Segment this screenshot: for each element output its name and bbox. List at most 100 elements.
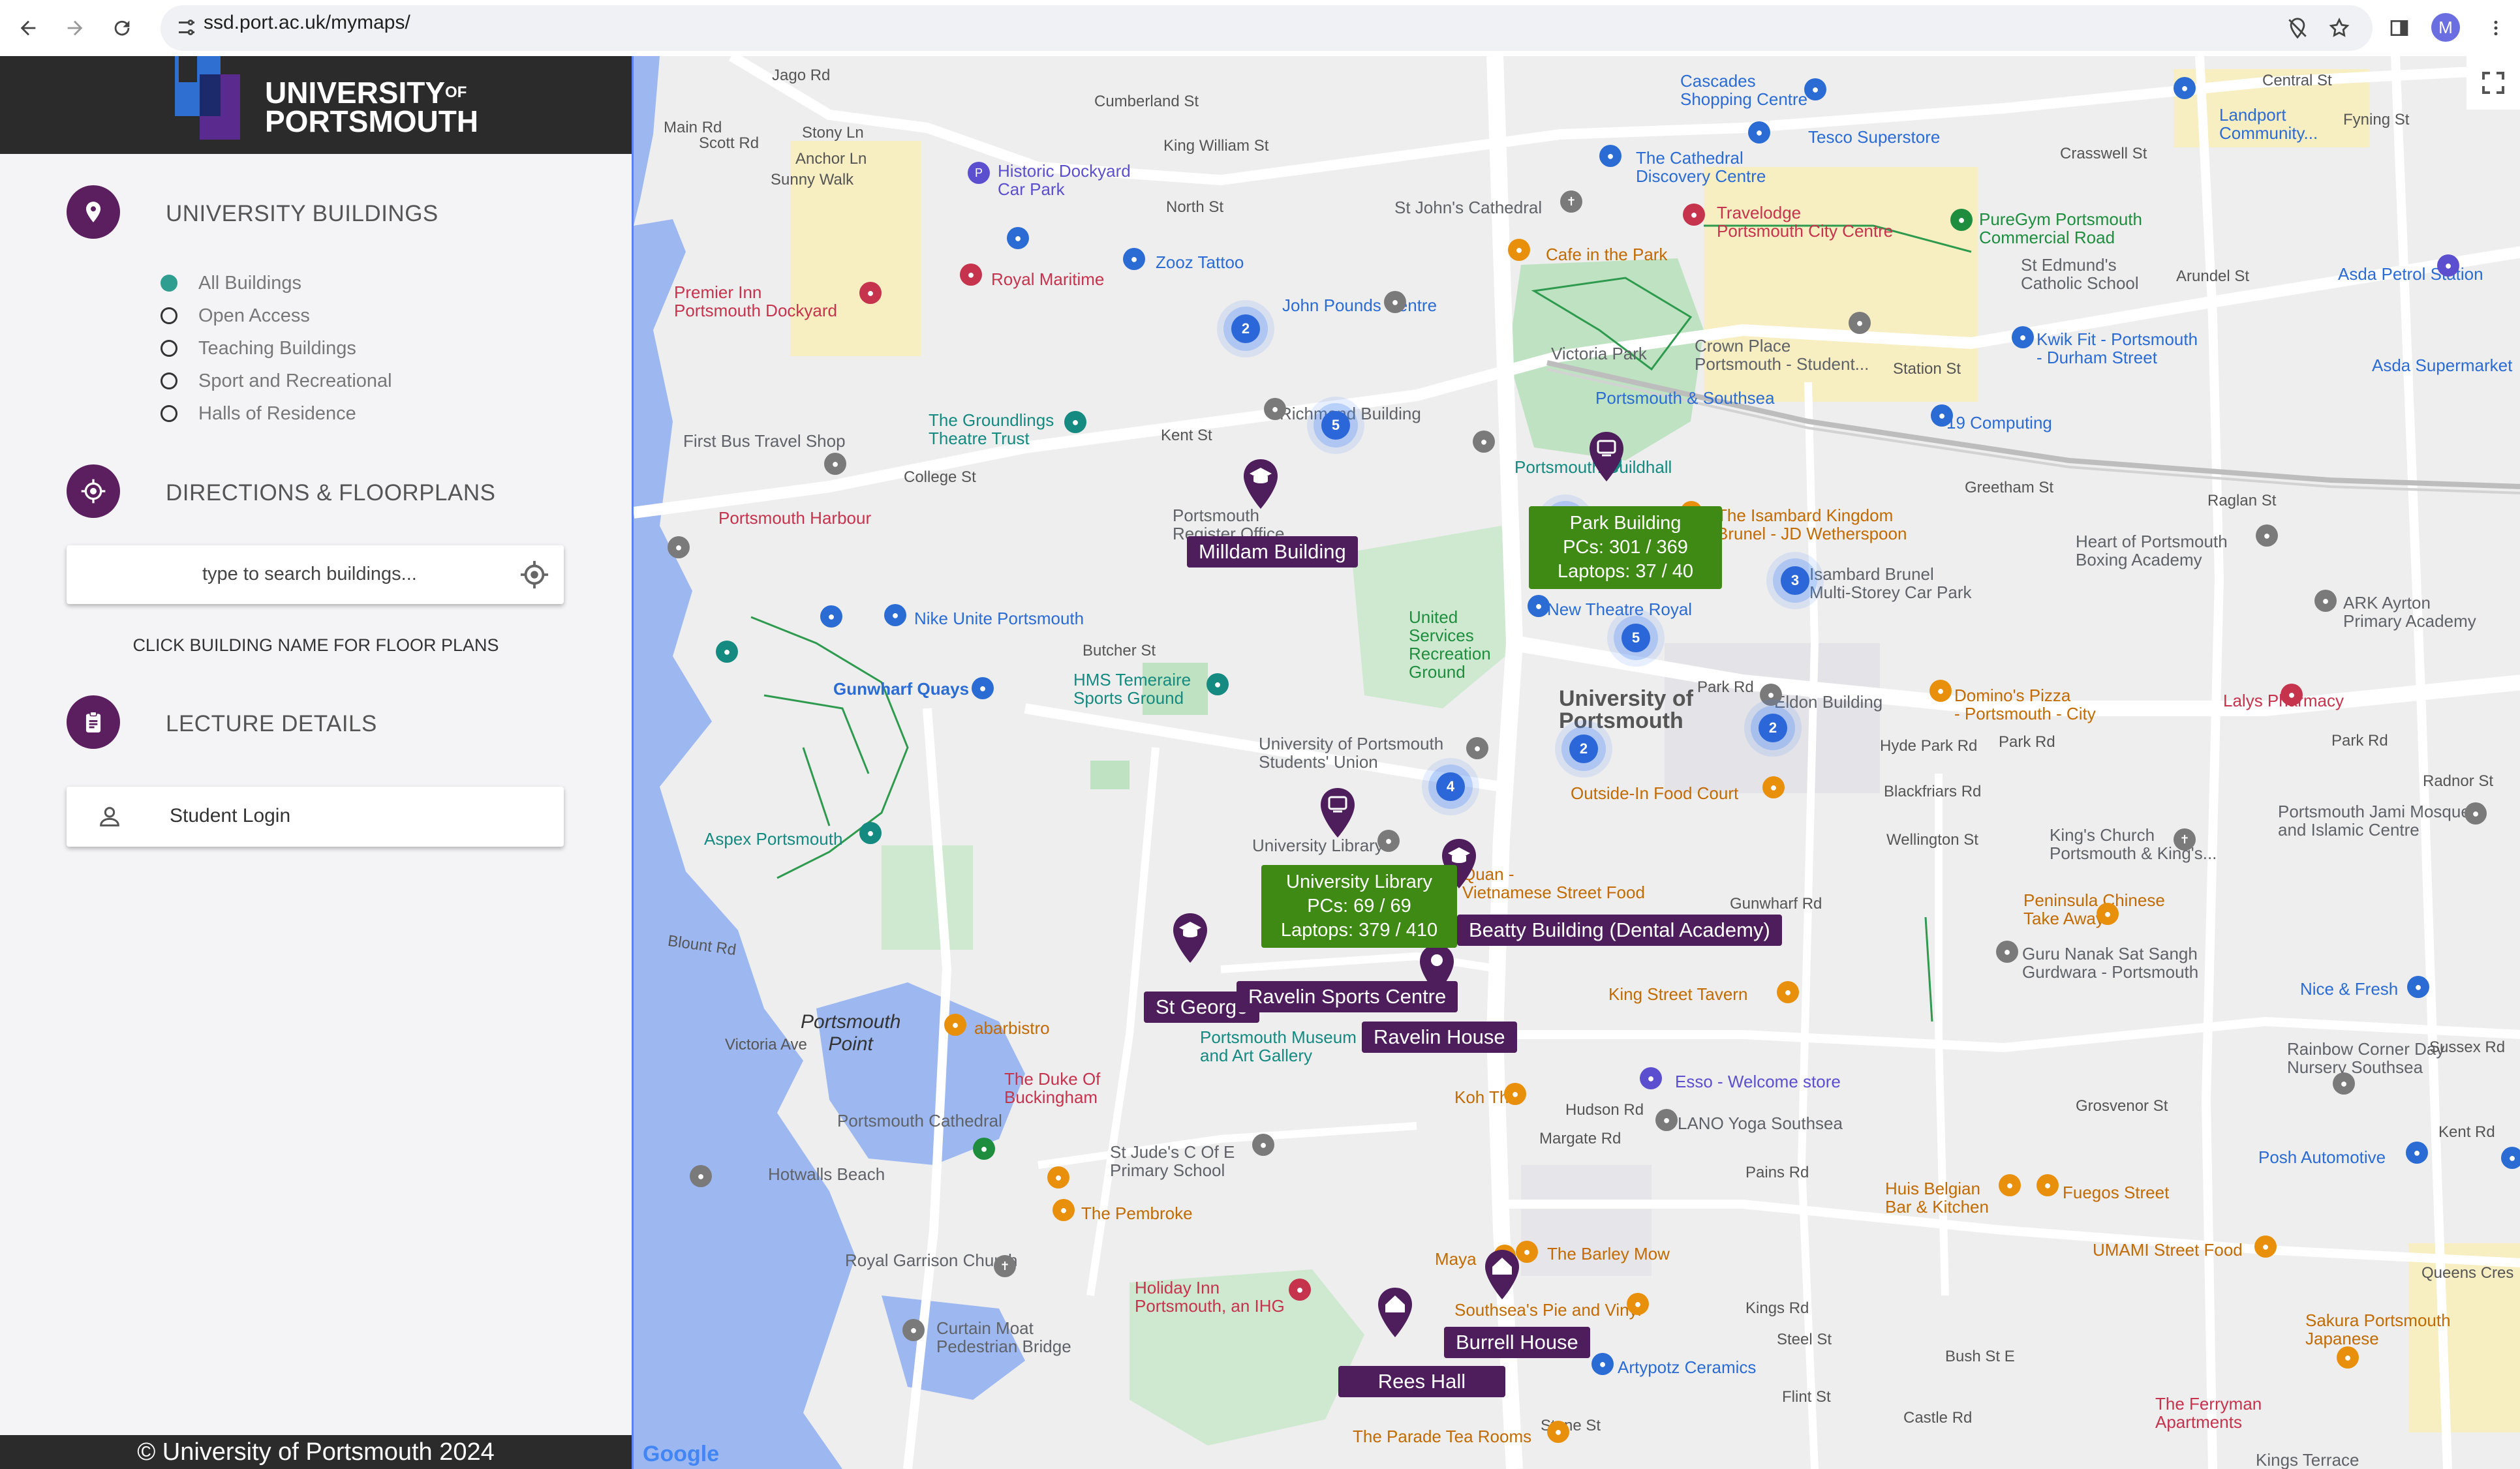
place-gunwharf-quays[interactable]: Gunwharf Quays	[833, 680, 969, 698]
mosque-icon[interactable]: ●	[2465, 802, 2487, 825]
filter-halls-of-residence[interactable]: Halls of Residence	[161, 402, 356, 425]
fuel-icon[interactable]: ●	[1640, 1067, 1662, 1089]
place-cafe-in-the-park[interactable]: Cafe in the Park	[1546, 245, 1667, 264]
university-logo-icon[interactable]	[175, 56, 251, 147]
bar-icon[interactable]: ●	[1047, 1166, 1069, 1189]
marker-cluster[interactable]: 2	[1569, 734, 1598, 763]
place-puregym[interactable]: PureGym Portsmouth Commercial Road	[1979, 210, 2142, 247]
side-panel-icon[interactable]	[2383, 12, 2416, 44]
filter-teaching-buildings[interactable]: Teaching Buildings	[161, 337, 356, 360]
place-marker-icon[interactable]: ●	[1996, 941, 2018, 963]
restaurant-icon[interactable]: ●	[1929, 680, 1952, 702]
place-asda-petrol[interactable]: Asda Petrol Station	[2338, 265, 2483, 283]
place-marker-icon[interactable]: ●	[1655, 1109, 1678, 1131]
school-icon[interactable]: ●	[1760, 684, 1782, 706]
place-curtain-moat[interactable]: Curtain Moat Pedestrian Bridge	[936, 1319, 1071, 1355]
school-icon[interactable]: ●	[1252, 1134, 1274, 1156]
place-uop[interactable]: University of Portsmouth	[1559, 688, 1693, 732]
place-peninsula[interactable]: Peninsula Chinese Take Away	[2023, 891, 2165, 928]
attraction-icon[interactable]: ●	[716, 641, 738, 663]
marker-cluster[interactable]: 5	[1321, 411, 1350, 440]
bar-icon[interactable]: ●	[944, 1014, 966, 1036]
building-label-milldam[interactable]: Milldam Building	[1187, 536, 1358, 568]
hotel-icon[interactable]: ●	[1683, 204, 1705, 226]
address-bar[interactable]	[161, 5, 2373, 51]
school-icon[interactable]: ●	[1264, 398, 1286, 420]
place-crown-place[interactable]: Crown Place Portsmouth - Student...	[1695, 337, 1869, 373]
place-cascades[interactable]: Cascades Shopping Centre	[1680, 72, 1807, 108]
marker-cluster[interactable]: 2	[1759, 714, 1787, 742]
shopping-bag-icon[interactable]: ●	[1804, 78, 1826, 100]
shopping-bag-icon[interactable]: ●	[1748, 121, 1770, 144]
filter-sport-recreational[interactable]: Sport and Recreational	[161, 369, 392, 393]
place-st-judes[interactable]: St Jude's C Of E Primary School	[1110, 1143, 1235, 1179]
place-hotwalls-beach[interactable]: Hotwalls Beach	[768, 1165, 885, 1183]
car-service-icon[interactable]: ●	[2406, 1142, 2428, 1164]
place-isambard-car-park[interactable]: Isambard Brunel Multi-Storey Car Park	[1809, 565, 1972, 601]
place-museum[interactable]: Portsmouth Museum and Art Gallery	[1200, 1028, 1357, 1065]
place-holiday-inn[interactable]: Holiday Inn Portsmouth, an IHG	[1135, 1279, 1285, 1315]
place-esso[interactable]: Esso - Welcome store	[1675, 1072, 1841, 1091]
place-posh-automotive[interactable]: Posh Automotive	[2258, 1148, 2386, 1166]
place-royal-garrison[interactable]: Royal Garrison Church	[845, 1251, 1017, 1269]
place-richmond-building[interactable]: Richmond Building	[1280, 404, 1421, 423]
place-aspex[interactable]: Aspex Portsmouth	[704, 830, 842, 848]
school-icon[interactable]: ●	[2314, 590, 2337, 612]
place-historic-dockyard[interactable]: Historic Dockyard Car Park	[998, 162, 1131, 198]
place-asda-supermarket[interactable]: Asda Supermarket	[2372, 356, 2512, 374]
marker-cluster[interactable]: 4	[1436, 772, 1465, 801]
menu-kebab-icon[interactable]	[2480, 12, 2512, 44]
building-search-input[interactable]: type to search buildings...	[67, 545, 564, 604]
place-kings-terrace[interactable]: Kings Terrace	[2256, 1451, 2359, 1469]
back-icon[interactable]	[12, 12, 44, 44]
place-parade-tea-rooms[interactable]: The Parade Tea Rooms	[1353, 1427, 1531, 1446]
radio-button[interactable]	[161, 275, 177, 292]
info-box-park-building[interactable]: Park Building PCs: 301 / 369 Laptops: 37…	[1529, 506, 1722, 589]
place-landport[interactable]: Landport Community...	[2219, 106, 2318, 142]
place-kwik-fit[interactable]: Kwik Fit - Portsmouth - Durham Street	[2036, 330, 2198, 367]
place-university-library-map[interactable]: University Library	[1252, 836, 1383, 855]
place-victoria-park[interactable]: Victoria Park	[1551, 344, 1647, 363]
place-duke-of-buckingham[interactable]: The Duke Of Buckingham	[1004, 1070, 1100, 1106]
place-students-union[interactable]: University of Portsmouth Students' Union	[1259, 734, 1443, 771]
place-hms-temeraire[interactable]: HMS Temeraire Sports Ground	[1073, 671, 1191, 707]
marker-cluster[interactable]: 2	[1231, 314, 1260, 343]
place-gurdwara[interactable]: Guru Nanak Sat Sangh Gurdwara - Portsmou…	[2022, 945, 2198, 981]
place-first-bus[interactable]: First Bus Travel Shop	[683, 432, 846, 450]
place-19-computing[interactable]: 19 Computing	[1946, 414, 2052, 432]
place-portsmouth-southsea[interactable]: Portsmouth & Southsea	[1595, 389, 1775, 407]
place-huis-belgian[interactable]: Huis Belgian Bar & Kitchen	[1885, 1179, 1989, 1216]
filter-open-access[interactable]: Open Access	[161, 304, 310, 327]
hotel-icon[interactable]: ●	[859, 282, 882, 304]
place-fuegos-street[interactable]: Fuegos Street	[2063, 1183, 2169, 1202]
place-tesco[interactable]: Tesco Superstore	[1808, 128, 1940, 146]
cafe-icon[interactable]: ●	[1627, 1293, 1649, 1315]
radio-button[interactable]	[161, 405, 177, 422]
bridge-icon[interactable]: ●	[902, 1319, 925, 1341]
shopping-bag-icon[interactable]: ●	[1591, 1353, 1614, 1375]
shopping-bag-icon[interactable]: ●	[820, 605, 842, 628]
building-pin-icon[interactable]	[1242, 458, 1280, 510]
cafe-icon[interactable]: ●	[1508, 239, 1530, 261]
place-ferryman[interactable]: The Ferryman Apartments	[2155, 1395, 2262, 1431]
place-pie-and-vinyl[interactable]: Southsea's Pie and Vinyl	[1454, 1301, 1641, 1319]
restaurant-icon[interactable]: ●	[1504, 1083, 1526, 1105]
place-usrg[interactable]: United Services Recreation Ground	[1409, 608, 1491, 681]
fuel-icon[interactable]: ●	[2437, 254, 2459, 277]
filter-all-buildings[interactable]: All Buildings	[161, 271, 301, 295]
gym-icon[interactable]: ●	[1950, 209, 1973, 231]
place-zooz-tattoo[interactable]: Zooz Tattoo	[1156, 253, 1244, 271]
place-new-theatre-royal[interactable]: New Theatre Royal	[1547, 600, 1692, 618]
shopping-bag-icon[interactable]: ●	[972, 677, 994, 699]
place-maya[interactable]: Maya	[1435, 1250, 1477, 1268]
pharmacy-icon[interactable]: ●	[2281, 684, 2303, 706]
place-nike-unite[interactable]: Nike Unite Portsmouth	[914, 609, 1084, 628]
place-dominos[interactable]: Domino's Pizza - Portsmouth - City	[1954, 686, 2096, 723]
place-isambard-jd[interactable]: The Isambard Kingdom Brunel - JD Wethers…	[1717, 506, 1907, 543]
theatre-icon[interactable]: ●	[1064, 411, 1086, 433]
site-info-icon[interactable]	[175, 16, 198, 42]
place-marker-icon[interactable]: ●	[1849, 312, 1871, 334]
place-st-edmunds[interactable]: St Edmund's Catholic School	[2021, 256, 2139, 292]
profile-avatar[interactable]: M	[2431, 13, 2460, 42]
place-marker-icon[interactable]: ●	[2256, 524, 2278, 547]
